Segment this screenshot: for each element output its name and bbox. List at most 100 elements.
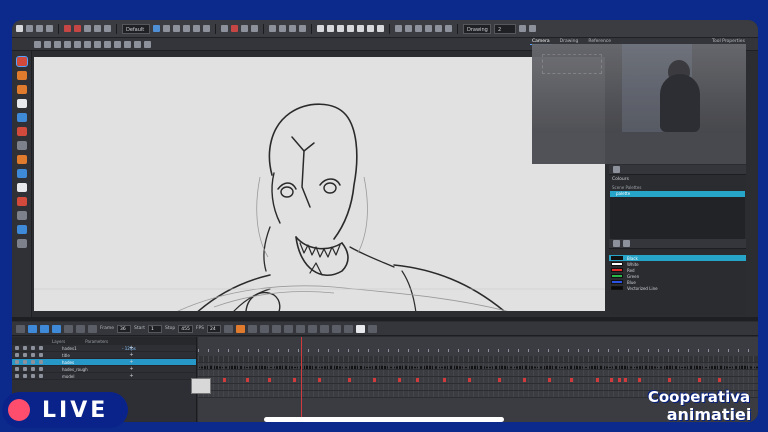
sound-icon[interactable] <box>415 25 422 32</box>
playhead[interactable] <box>301 337 302 422</box>
lock-toggle-icon[interactable] <box>23 353 27 357</box>
open-file-icon[interactable] <box>36 25 43 32</box>
stop-icon[interactable] <box>76 324 85 333</box>
colour-tag-icon[interactable] <box>31 353 35 357</box>
stroke-tool-icon[interactable] <box>16 197 27 206</box>
layer-row[interactable]: hades1- 12fps + <box>12 345 196 352</box>
keyframe-marker[interactable] <box>523 378 526 382</box>
dropper-tool-icon[interactable] <box>16 183 27 192</box>
keyframe-marker[interactable] <box>318 378 321 382</box>
palette-list[interactable] <box>610 197 745 239</box>
brush-settings-icon[interactable] <box>231 25 238 32</box>
rotate-icon[interactable] <box>203 25 210 32</box>
help-icon[interactable] <box>529 25 536 32</box>
cut-icon[interactable] <box>84 25 91 32</box>
node-view-icon[interactable] <box>289 25 296 32</box>
eraser-settings-icon[interactable] <box>241 25 248 32</box>
keyframe-marker[interactable] <box>416 378 419 382</box>
drawing-thumbnail[interactable] <box>191 378 211 394</box>
layer-row[interactable]: title + <box>12 352 196 359</box>
workspace-dropdown[interactable]: Default <box>122 23 150 34</box>
keyframe-marker[interactable] <box>443 378 446 382</box>
contour-editor-icon[interactable] <box>16 141 27 150</box>
frame-row[interactable] <box>198 370 758 377</box>
snap-icon[interactable] <box>54 40 61 48</box>
colour-tag-icon[interactable] <box>31 374 35 378</box>
zoom-tool-icon[interactable] <box>16 225 27 234</box>
palette-icon[interactable] <box>317 25 324 32</box>
add-layer-icon[interactable]: + <box>129 346 134 351</box>
keyframe-marker[interactable] <box>718 378 721 382</box>
extend-exposure-icon[interactable] <box>296 324 306 333</box>
lock-toggle-icon[interactable] <box>23 346 27 350</box>
pencil-tool-icon[interactable] <box>16 71 27 80</box>
keyframe-marker[interactable] <box>268 378 271 382</box>
play-icon[interactable] <box>395 25 402 32</box>
first-frame-icon[interactable] <box>16 324 25 333</box>
hand-tool-icon[interactable] <box>16 239 27 248</box>
visibility-toggle-icon[interactable] <box>15 346 19 350</box>
stop-field[interactable]: 455 <box>178 324 193 333</box>
paint-bucket-icon[interactable] <box>16 127 27 136</box>
pencil-settings-icon[interactable] <box>221 25 228 32</box>
shape-tool-icon[interactable] <box>16 113 27 122</box>
reduce-exposure-icon[interactable] <box>308 324 318 333</box>
drawing-layer-icon[interactable] <box>39 353 43 357</box>
lock-toggle-icon[interactable] <box>23 360 27 364</box>
drawing-layer-icon[interactable] <box>39 374 43 378</box>
onion-skin-toggle-icon[interactable] <box>224 324 234 333</box>
keyframe-marker[interactable] <box>373 378 376 382</box>
drawing-layer-icon[interactable] <box>39 360 43 364</box>
undo-icon[interactable] <box>64 25 71 32</box>
start-field[interactable]: 1 <box>148 324 163 333</box>
pressure-icon[interactable] <box>94 40 101 48</box>
keyframe-marker[interactable] <box>618 378 621 382</box>
zoom-field[interactable]: 2 <box>494 23 516 34</box>
frame-field[interactable]: 36 <box>117 324 132 333</box>
lock-icon[interactable] <box>34 40 41 48</box>
cutter-tool-icon[interactable] <box>16 155 27 164</box>
flip-horizontal-icon[interactable] <box>183 25 190 32</box>
view-mode-dropdown[interactable]: Drawing <box>463 23 491 34</box>
timeline-settings-icon[interactable] <box>368 324 378 333</box>
fps-field[interactable]: 24 <box>207 324 222 333</box>
export-icon[interactable] <box>377 25 384 32</box>
flip-vertical-icon[interactable] <box>193 25 200 32</box>
gear-icon[interactable] <box>44 40 51 48</box>
zoom-in-icon[interactable] <box>425 25 432 32</box>
keyframe-marker[interactable] <box>348 378 351 382</box>
layer-row[interactable]: hades_rough + <box>12 366 196 373</box>
remove-keyframe-icon[interactable] <box>260 324 270 333</box>
keyframe-marker[interactable] <box>668 378 671 382</box>
keyframe-marker[interactable] <box>624 378 627 382</box>
select-tool-icon[interactable] <box>16 25 23 32</box>
visibility-toggle-icon[interactable] <box>15 367 19 371</box>
add-layer-icon[interactable]: + <box>129 360 134 365</box>
keyframe-marker[interactable] <box>548 378 551 382</box>
visibility-toggle-icon[interactable] <box>15 374 19 378</box>
mark-breakdown-icon[interactable] <box>332 324 342 333</box>
keyframe-marker[interactable] <box>293 378 296 382</box>
preset-icon[interactable] <box>124 40 131 48</box>
sound-toggle-icon[interactable] <box>52 324 61 333</box>
preview-icon[interactable] <box>367 25 374 32</box>
add-layer-icon[interactable]: + <box>129 353 134 358</box>
cutter-icon[interactable] <box>134 40 141 48</box>
keyframe-marker[interactable] <box>246 378 249 382</box>
keyframe-marker[interactable] <box>698 378 701 382</box>
new-file-icon[interactable] <box>26 25 33 32</box>
keyframe-marker[interactable] <box>223 378 226 382</box>
play-button-icon[interactable] <box>40 324 49 333</box>
brush-tool-icon[interactable] <box>15 56 28 67</box>
opacity-icon[interactable] <box>104 40 111 48</box>
loop-icon[interactable] <box>405 25 412 32</box>
duplicate-drawing-icon[interactable] <box>284 324 294 333</box>
paste-icon[interactable] <box>104 25 111 32</box>
add-layer-icon[interactable]: + <box>129 374 134 379</box>
add-keyframe-icon[interactable] <box>248 324 258 333</box>
last-frame-icon[interactable] <box>64 324 73 333</box>
frame-ruler[interactable] <box>198 344 758 352</box>
visibility-toggle-icon[interactable] <box>15 353 19 357</box>
layer-row[interactable]: hades + <box>12 359 196 366</box>
layer-row[interactable]: model + <box>12 373 196 380</box>
